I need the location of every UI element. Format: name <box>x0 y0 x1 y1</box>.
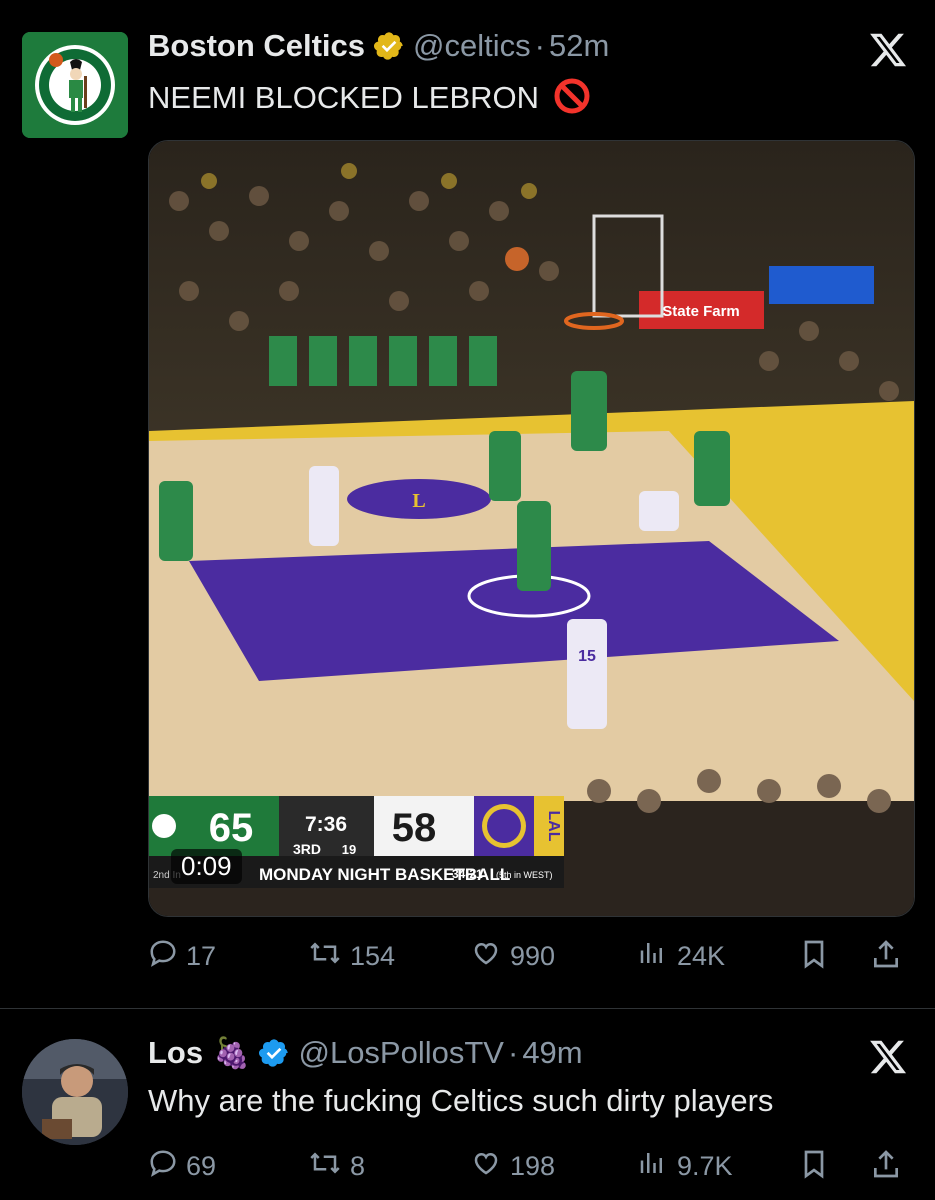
dot-separator: · <box>507 1035 519 1070</box>
bookmark-button[interactable] <box>798 938 838 977</box>
tweet-text-row: NEEMI BLOCKED LEBRON <box>148 78 590 122</box>
author-name[interactable]: Boston Celtics <box>148 28 365 64</box>
celtics-avatar[interactable] <box>22 32 128 138</box>
game-clock: 7:36 <box>305 813 347 836</box>
like-icon <box>470 1148 510 1185</box>
like-count: 198 <box>510 1151 556 1181</box>
views-icon <box>635 1148 677 1185</box>
team-record: 34-21 <box>452 867 483 881</box>
tweet-los-pollos[interactable]: Los 🍇 @LosPollosTV · 49m Why are the fuc… <box>0 1009 935 1200</box>
share-button[interactable] <box>870 1148 910 1187</box>
duration-label: 0:09 <box>181 851 232 881</box>
like-count: 990 <box>510 941 556 971</box>
views-icon <box>635 938 677 975</box>
reply-icon <box>148 1148 186 1185</box>
repost-button[interactable]: 8 <box>308 1148 365 1185</box>
like-button[interactable]: 990 <box>470 938 555 975</box>
sponsor-board: State Farm <box>662 303 740 320</box>
x-logo-icon[interactable] <box>868 30 908 70</box>
repost-count: 154 <box>350 941 396 971</box>
share-button[interactable] <box>870 938 910 977</box>
video-duration: 0:09 <box>171 849 242 884</box>
user-avatar[interactable] <box>22 1039 128 1145</box>
tweet-header: Boston Celtics @celtics · 52m <box>148 28 609 64</box>
reply-icon <box>148 938 186 975</box>
reply-count: 69 <box>186 1151 217 1181</box>
player-number: 15 <box>578 648 596 665</box>
timestamp[interactable]: 49m <box>522 1035 582 1071</box>
share-icon <box>870 938 910 977</box>
tweet-text: Why are the fucking Celtics such dirty p… <box>148 1083 774 1118</box>
reply-button[interactable]: 17 <box>148 938 216 975</box>
tweet2-actions: 69 8 198 9.7K <box>148 1142 915 1192</box>
repost-icon <box>308 1148 350 1185</box>
x-logo-icon[interactable] <box>868 1037 908 1077</box>
svg-text:L: L <box>412 490 425 512</box>
quarter: 3RD <box>293 841 321 857</box>
team-standing: (5th in WEST) <box>496 870 553 880</box>
shot-clock: 19 <box>342 842 356 857</box>
tweet-header: Los 🍇 @LosPollosTV · 49m <box>148 1035 583 1071</box>
author-handle[interactable]: @LosPollosTV <box>298 1035 504 1071</box>
tweet-boston-celtics[interactable]: Boston Celtics @celtics · 52m NEEMI BLOC… <box>0 0 935 1008</box>
verified-icon <box>258 1037 290 1069</box>
timestamp[interactable]: 52m <box>549 28 609 64</box>
author-handle[interactable]: @celtics <box>413 28 531 64</box>
views-button[interactable]: 9.7K <box>635 1148 733 1185</box>
away-team: LAL <box>545 810 562 841</box>
away-score: 58 <box>392 806 437 850</box>
tweet-text: NEEMI BLOCKED LEBRON <box>148 80 540 116</box>
bookmark-icon <box>798 1148 838 1187</box>
author-name[interactable]: Los <box>148 1035 203 1071</box>
video-player[interactable]: State Farm L 15 65 7:36 3RD 19 58 LAL 2n… <box>148 140 915 917</box>
dot-separator: · <box>534 28 545 63</box>
video-frame: State Farm L 15 65 7:36 3RD 19 58 LAL 2n… <box>149 141 914 916</box>
tweet1-actions: 17 154 990 24K <box>148 932 915 982</box>
views-button[interactable]: 24K <box>635 938 725 975</box>
share-icon <box>870 1148 910 1187</box>
repost-icon <box>308 938 350 975</box>
bookmark-icon <box>798 938 838 977</box>
like-icon <box>470 938 510 975</box>
views-count: 9.7K <box>677 1151 733 1181</box>
reply-button[interactable]: 69 <box>148 1148 216 1185</box>
home-score: 65 <box>209 806 254 850</box>
reply-count: 17 <box>186 941 217 971</box>
grapes-emoji: 🍇 <box>213 1035 251 1071</box>
repost-count: 8 <box>350 1151 366 1181</box>
bookmark-button[interactable] <box>798 1148 838 1187</box>
views-count: 24K <box>677 941 726 971</box>
repost-button[interactable]: 154 <box>308 938 395 975</box>
no-entry-emoji <box>554 78 590 122</box>
like-button[interactable]: 198 <box>470 1148 555 1185</box>
verified-icon <box>373 30 405 62</box>
